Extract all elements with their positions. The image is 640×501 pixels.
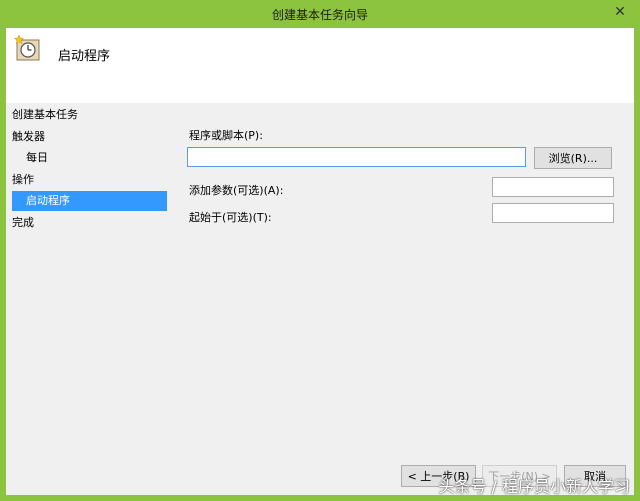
close-button[interactable]: ✕: [606, 1, 634, 23]
title-bar[interactable]: 创建基本任务向导 ✕: [0, 0, 640, 28]
program-input[interactable]: [187, 147, 526, 167]
wizard-header: 启动程序: [6, 28, 634, 103]
sidebar-section-title: 创建基本任务: [12, 108, 78, 121]
page-title: 启动程序: [58, 49, 111, 64]
start-in-input[interactable]: [492, 203, 614, 223]
watermark-text: 头条号 / 程序员小新人学习: [438, 477, 630, 496]
args-label: 添加参数(可选)(A):: [189, 184, 284, 197]
wizard-content: 程序或脚本(P): 浏览(R)... 添加参数(可选)(A): 起始于(可选)(…: [186, 103, 626, 483]
sidebar-item-daily: 每日: [26, 151, 48, 164]
wizard-window: 创建基本任务向导 ✕ 启动程序 创建基本任务 触发器 每日 操作 启动程序 完成…: [0, 0, 640, 501]
sidebar-item-start-program: 启动程序: [12, 191, 167, 211]
program-label: 程序或脚本(P):: [189, 129, 263, 142]
args-input[interactable]: [492, 177, 614, 197]
wizard-client-area: 启动程序 创建基本任务 触发器 每日 操作 启动程序 完成 程序或脚本(P): …: [6, 28, 634, 495]
wizard-steps-sidebar: 创建基本任务 触发器 每日 操作 启动程序 完成: [6, 103, 176, 483]
window-title: 创建基本任务向导: [271, 8, 368, 22]
sidebar-item-trigger: 触发器: [12, 130, 45, 143]
start-in-label: 起始于(可选)(T):: [189, 211, 272, 224]
close-icon: ✕: [614, 4, 626, 20]
sidebar-item-finish: 完成: [12, 216, 34, 229]
sidebar-item-action: 操作: [12, 173, 34, 186]
task-clock-icon: [13, 34, 40, 61]
browse-button[interactable]: 浏览(R)...: [534, 147, 612, 169]
